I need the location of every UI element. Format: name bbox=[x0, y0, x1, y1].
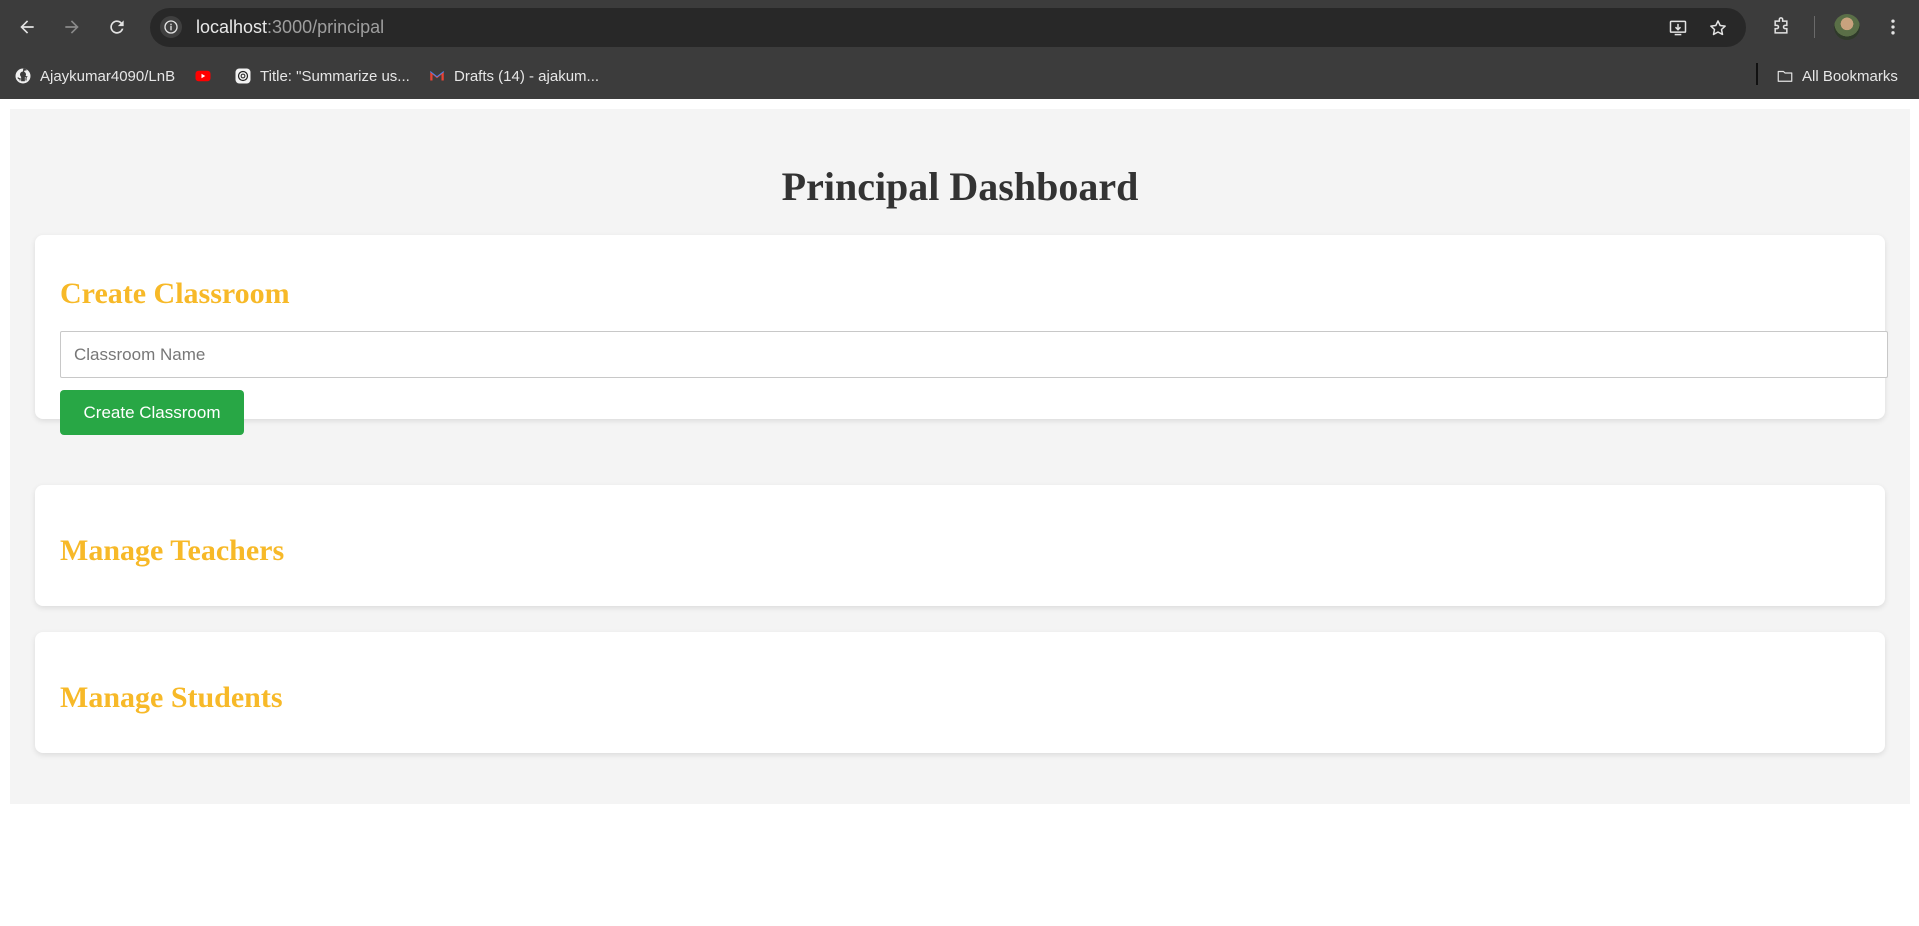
extensions-button[interactable] bbox=[1765, 11, 1797, 43]
create-classroom-card: Create Classroom Create Classroom bbox=[35, 235, 1888, 435]
arrow-left-icon bbox=[20, 20, 34, 34]
gmail-icon bbox=[429, 71, 445, 81]
bookmark-gmail[interactable]: Drafts (14) - ajakum... bbox=[428, 64, 599, 88]
address-bar[interactable]: localhost:3000/principal bbox=[150, 8, 1746, 47]
all-bookmarks-label: All Bookmarks bbox=[1802, 67, 1898, 85]
create-classroom-heading: Create Classroom bbox=[60, 277, 290, 310]
create-classroom-button[interactable]: Create Classroom bbox=[60, 390, 244, 435]
install-app-icon[interactable] bbox=[1666, 16, 1690, 40]
profile-avatar[interactable] bbox=[1834, 14, 1860, 40]
bookmarks-bar: Ajaykumar4090/LnB Title: "Summarize us..… bbox=[0, 54, 1919, 99]
folder-icon bbox=[1777, 70, 1793, 82]
page-title: Principal Dashboard bbox=[781, 164, 1139, 209]
bookmark-chatgpt[interactable]: Title: "Summarize us... bbox=[234, 64, 410, 88]
url-text: localhost:3000/principal bbox=[196, 17, 384, 38]
page-viewport: Principal Dashboard Create Classroom Cre… bbox=[0, 99, 1919, 926]
dashboard-container: Principal Dashboard Create Classroom Cre… bbox=[10, 109, 1910, 804]
manage-teachers-heading: Manage Teachers bbox=[60, 534, 285, 567]
kebab-menu-icon bbox=[1891, 19, 1895, 35]
bookmarks-divider bbox=[1756, 63, 1758, 85]
menu-button[interactable] bbox=[1877, 11, 1909, 43]
url-path: :3000/principal bbox=[267, 17, 385, 37]
puzzle-icon bbox=[1774, 17, 1788, 34]
toolbar-divider bbox=[1814, 16, 1815, 38]
url-host: localhost bbox=[196, 17, 268, 37]
manage-teachers-card: Manage Teachers bbox=[35, 485, 1885, 606]
classroom-name-input[interactable] bbox=[60, 331, 1888, 378]
reload-button[interactable] bbox=[101, 11, 133, 43]
back-button[interactable] bbox=[11, 11, 43, 43]
forward-button[interactable] bbox=[56, 11, 88, 43]
bookmark-label: Ajaykumar4090/LnB bbox=[40, 67, 176, 85]
bookmark-label: Title: "Summarize us... bbox=[260, 67, 410, 85]
chatgpt-icon bbox=[235, 68, 251, 84]
arrow-right-icon bbox=[65, 20, 79, 34]
bookmark-label: Drafts (14) - ajakum... bbox=[454, 67, 600, 85]
bookmark-star-icon[interactable] bbox=[1706, 16, 1730, 40]
site-info-icon[interactable] bbox=[160, 16, 182, 38]
bookmark-youtube[interactable] bbox=[194, 64, 212, 88]
youtube-icon bbox=[195, 70, 211, 82]
all-bookmarks[interactable]: All Bookmarks bbox=[1776, 64, 1898, 88]
bookmark-github[interactable]: Ajaykumar4090/LnB bbox=[14, 64, 175, 88]
browser-toolbar: localhost:3000/principal bbox=[0, 0, 1919, 54]
manage-students-heading: Manage Students bbox=[60, 681, 283, 714]
github-icon bbox=[15, 68, 31, 84]
reload-icon bbox=[110, 20, 124, 34]
manage-students-card: Manage Students bbox=[35, 632, 1885, 753]
